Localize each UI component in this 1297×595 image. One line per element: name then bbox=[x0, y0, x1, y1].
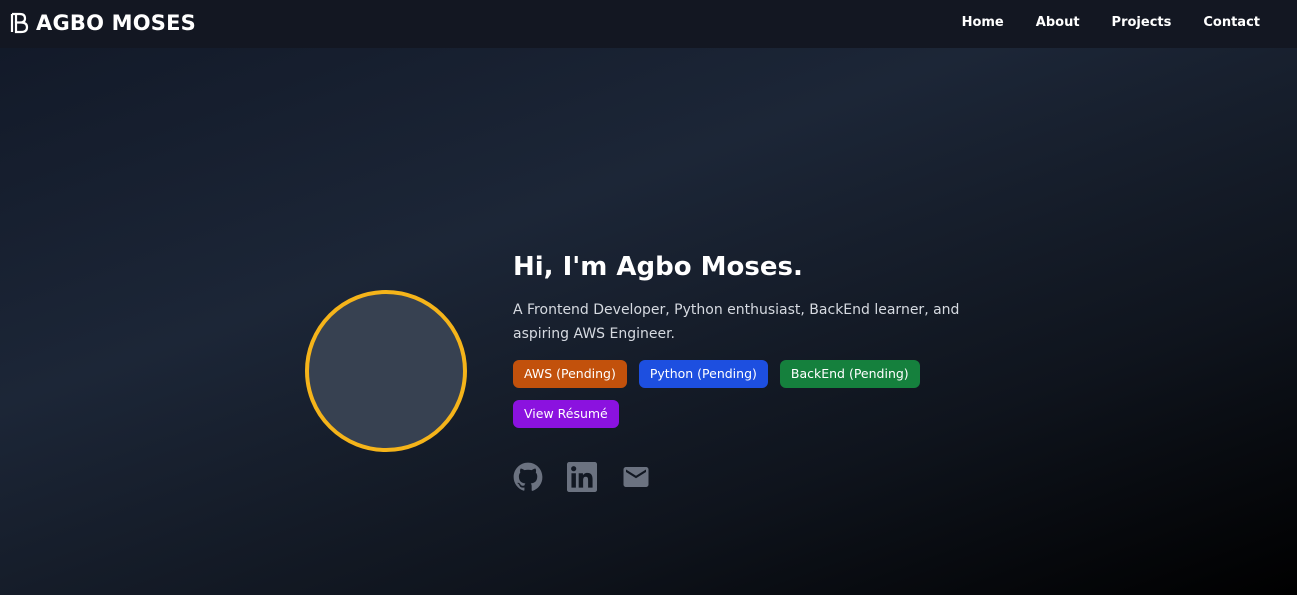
social-links bbox=[513, 462, 675, 492]
hero-section: Hi, I'm Agbo Moses. A Frontend Developer… bbox=[513, 248, 983, 440]
logo-monogram-icon bbox=[10, 12, 30, 34]
avatar bbox=[305, 290, 467, 452]
hero-tagline: A Frontend Developer, Python enthusiast,… bbox=[513, 302, 960, 342]
badge-python: Python (Pending) bbox=[638, 360, 768, 388]
linkedin-icon[interactable] bbox=[567, 462, 597, 492]
email-icon[interactable] bbox=[621, 462, 651, 492]
view-resume-button[interactable]: View Résumé bbox=[513, 400, 619, 428]
navbar: AGBO MOSES Home About Projects Contact bbox=[0, 0, 1297, 48]
nav-link-home[interactable]: Home bbox=[962, 15, 1004, 30]
nav-links: Home About Projects Contact bbox=[930, 0, 1260, 44]
nav-link-about[interactable]: About bbox=[1036, 15, 1080, 30]
brand[interactable]: AGBO MOSES bbox=[10, 8, 196, 38]
github-icon[interactable] bbox=[513, 462, 543, 492]
badge-aws: AWS (Pending) bbox=[513, 360, 627, 388]
badge-backend: BackEnd (Pending) bbox=[779, 360, 920, 388]
brand-name: AGBO MOSES bbox=[36, 11, 197, 35]
nav-link-contact[interactable]: Contact bbox=[1203, 15, 1260, 30]
nav-link-projects[interactable]: Projects bbox=[1112, 15, 1172, 30]
hero-greeting: Hi, I'm Agbo Moses. bbox=[513, 252, 803, 282]
skill-badges: AWS (Pending) Python (Pending) BackEnd (… bbox=[513, 360, 953, 440]
